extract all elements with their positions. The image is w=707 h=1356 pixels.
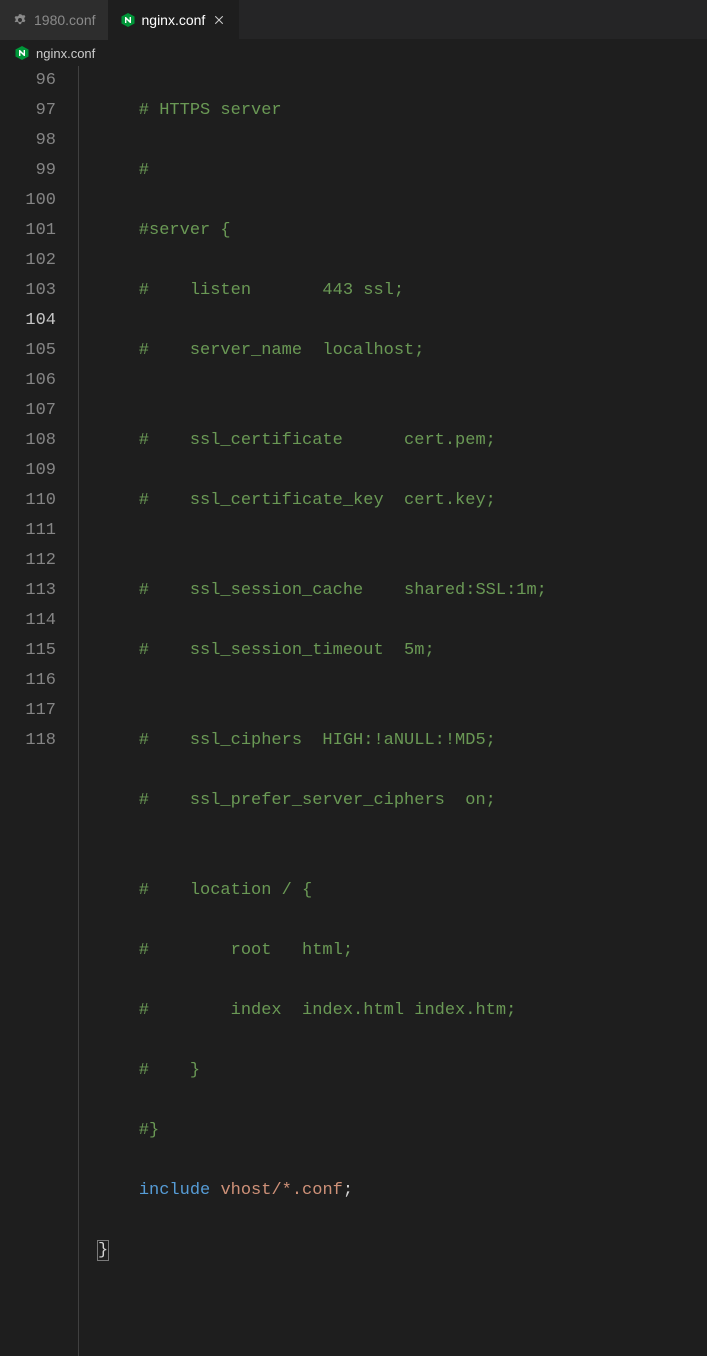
line-number: 110 [0, 486, 56, 516]
breadcrumb-label: nginx.conf [36, 46, 95, 61]
code-editor[interactable]: 96 97 98 99 100 101 102 103 104 105 106 … [0, 66, 707, 1356]
line-number-gutter: 96 97 98 99 100 101 102 103 104 105 106 … [0, 66, 78, 1356]
nginx-icon [14, 45, 30, 61]
code-line[interactable]: } [98, 1236, 707, 1266]
code-line[interactable]: # server_name localhost; [98, 336, 707, 366]
line-number: 103 [0, 276, 56, 306]
line-number: 116 [0, 666, 56, 696]
line-number: 118 [0, 726, 56, 756]
tab-label: 1980.conf [34, 12, 96, 28]
tab-nginx-conf[interactable]: nginx.conf [108, 0, 240, 40]
code-line[interactable]: # root html; [98, 936, 707, 966]
line-number: 99 [0, 156, 56, 186]
code-line[interactable]: # index index.html index.htm; [98, 996, 707, 1026]
line-number: 112 [0, 546, 56, 576]
line-number: 109 [0, 456, 56, 486]
breadcrumb[interactable]: nginx.conf [0, 40, 707, 66]
code-area[interactable]: # HTTPS server # #server { # listen 443 … [98, 66, 707, 1356]
code-line[interactable]: # ssl_ciphers HIGH:!aNULL:!MD5; [98, 726, 707, 756]
line-number: 106 [0, 366, 56, 396]
nginx-icon [120, 12, 136, 28]
line-number: 115 [0, 636, 56, 666]
indent-guide [78, 66, 98, 1356]
gear-icon [12, 12, 28, 28]
tab-bar: 1980.conf nginx.conf [0, 0, 707, 40]
line-number: 97 [0, 96, 56, 126]
code-line[interactable]: #server { [98, 216, 707, 246]
close-icon[interactable] [211, 12, 227, 28]
code-line[interactable]: # [98, 156, 707, 186]
code-line[interactable]: # ssl_session_timeout 5m; [98, 636, 707, 666]
code-line[interactable]: # ssl_certificate_key cert.key; [98, 486, 707, 516]
code-line[interactable]: # } [98, 1056, 707, 1086]
code-line[interactable]: # listen 443 ssl; [98, 276, 707, 306]
line-number: 101 [0, 216, 56, 246]
line-number: 105 [0, 336, 56, 366]
code-line[interactable]: # location / { [98, 876, 707, 906]
line-number: 102 [0, 246, 56, 276]
line-number: 111 [0, 516, 56, 546]
code-line[interactable]: # ssl_prefer_server_ciphers on; [98, 786, 707, 816]
tab-1980-conf[interactable]: 1980.conf [0, 0, 108, 40]
line-number: 114 [0, 606, 56, 636]
code-line[interactable]: include vhost/*.conf; [98, 1176, 707, 1206]
line-number: 113 [0, 576, 56, 606]
code-line[interactable]: # HTTPS server [98, 96, 707, 126]
tab-label: nginx.conf [142, 12, 206, 28]
line-number: 98 [0, 126, 56, 156]
line-number: 108 [0, 426, 56, 456]
code-line[interactable]: #} [98, 1116, 707, 1146]
line-number: 104 [0, 306, 56, 336]
line-number: 96 [0, 66, 56, 96]
line-number: 107 [0, 396, 56, 426]
line-number: 117 [0, 696, 56, 726]
code-line[interactable]: # ssl_certificate cert.pem; [98, 426, 707, 456]
code-line[interactable]: # ssl_session_cache shared:SSL:1m; [98, 576, 707, 606]
line-number: 100 [0, 186, 56, 216]
